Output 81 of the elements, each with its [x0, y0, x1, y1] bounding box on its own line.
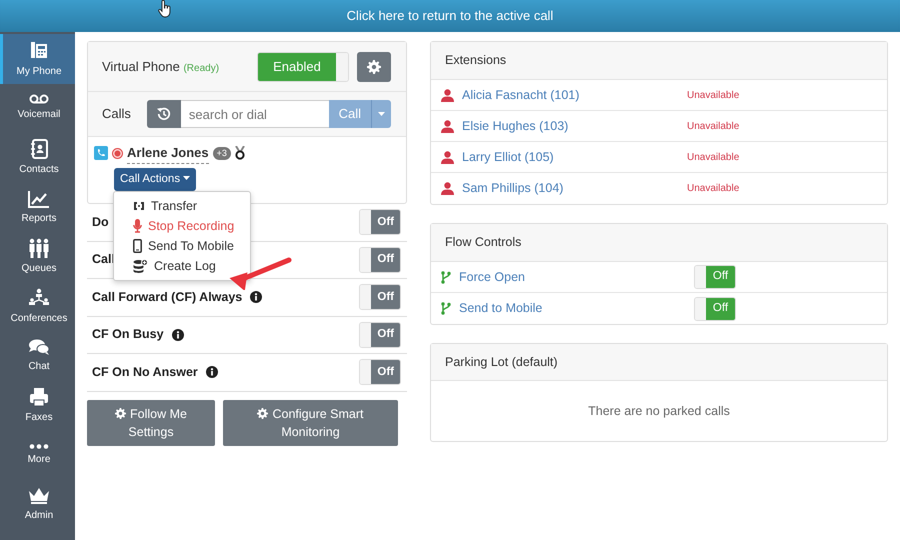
- sidebar-item[interactable]: Queues: [0, 232, 75, 282]
- phone-icon: [94, 146, 108, 160]
- voicemail-icon: [29, 94, 49, 104]
- flow-label: Send to Mobile: [459, 300, 544, 318]
- branch-icon: [441, 270, 451, 284]
- settings-icon: [367, 60, 381, 74]
- panel-title: Parking Lot (default): [445, 354, 558, 371]
- more-icon: [29, 444, 49, 450]
- mobile-icon: [133, 239, 142, 253]
- off-toggle[interactable]: Off: [694, 265, 736, 289]
- off-toggle[interactable]: Off: [694, 296, 736, 320]
- hand-cursor-icon: [158, 0, 172, 18]
- branch-icon: [441, 302, 451, 315]
- sidebar-item[interactable]: Chat: [0, 332, 75, 382]
- caret-icon: [183, 176, 190, 180]
- off-toggle[interactable]: Off: [359, 284, 401, 310]
- off-toggle[interactable]: Off: [359, 322, 401, 348]
- settings-button[interactable]: Follow Me Settings: [87, 400, 215, 446]
- setting-label: Call Forward (CF) Always: [92, 288, 242, 306]
- panel-title: Flow Controls: [445, 234, 522, 252]
- sidebar-item[interactable]: Admin: [0, 480, 75, 530]
- settings-button[interactable]: [357, 52, 391, 82]
- gear-icon: [257, 408, 268, 418]
- status-text: Unavailable: [687, 182, 740, 196]
- annotation-arrow: [229, 256, 293, 290]
- menu-item[interactable]: Create Log: [114, 256, 250, 276]
- history-button[interactable]: [146, 100, 181, 128]
- off-toggle[interactable]: Off: [359, 246, 401, 273]
- empty-message: There are no parked calls: [588, 402, 730, 420]
- sidebar-item[interactable]: Faxes: [0, 381, 75, 431]
- sidebar-item[interactable]: Reports: [0, 182, 75, 232]
- medal-icon: [234, 146, 245, 160]
- history-icon: [156, 107, 171, 121]
- caller-name[interactable]: Arlene Jones: [127, 143, 209, 164]
- user-icon: [441, 88, 454, 102]
- calls-label: Calls: [102, 105, 131, 124]
- sidebar-item[interactable]: More: [0, 430, 75, 480]
- off-toggle[interactable]: Off: [359, 359, 401, 386]
- call-options-button[interactable]: [371, 100, 391, 128]
- status-text: Unavailable: [687, 120, 740, 134]
- transfer-icon: [133, 200, 145, 212]
- gear-icon: [115, 408, 126, 418]
- sidebar-item[interactable]: Contacts: [0, 133, 75, 183]
- sidebar-item[interactable]: Conferences: [0, 282, 75, 332]
- status-text: Unavailable: [687, 88, 740, 102]
- call-actions-button[interactable]: Call Actions: [114, 168, 196, 191]
- settings-button[interactable]: Configure Smart Monitoring: [223, 400, 398, 446]
- enabled-toggle[interactable]: Enabled: [257, 52, 349, 82]
- search-field[interactable]: search or dial: [180, 100, 329, 128]
- network-icon: [28, 288, 50, 308]
- setting-label: CF On No Answer: [92, 364, 198, 381]
- extension-link[interactable]: Larry Elliot (105): [462, 148, 687, 166]
- sidebar-item[interactable]: Voicemail: [0, 84, 75, 134]
- menu-item[interactable]: Transfer: [114, 196, 250, 216]
- participant-count: +3: [212, 146, 231, 160]
- user-icon: [441, 150, 454, 164]
- user-icon: [441, 182, 454, 195]
- chat-bubbles-icon: [28, 338, 50, 356]
- status-text: Unavailable: [687, 150, 740, 164]
- extension-link[interactable]: Elsie Hughes (103): [462, 116, 687, 136]
- flow-label: Force Open: [459, 268, 526, 286]
- panel-title: Extensions: [445, 52, 506, 70]
- return-to-call-banner[interactable]: Click here to return to the active call: [346, 6, 554, 26]
- crown-icon: [28, 487, 50, 506]
- setting-label: Do: [92, 214, 109, 231]
- line-chart-icon: [28, 190, 50, 208]
- virtual-phone-label: Virtual Phone (Ready): [102, 58, 220, 76]
- caret-icon: [378, 112, 385, 116]
- sidebar-item[interactable]: My Phone: [0, 34, 75, 84]
- extension-link[interactable]: Alicia Fasnacht (101): [462, 86, 687, 104]
- database-add-icon: [133, 259, 148, 273]
- user-icon: [441, 120, 454, 132]
- off-toggle[interactable]: Off: [359, 209, 401, 236]
- menu-item[interactable]: Send To Mobile: [114, 236, 250, 256]
- printer-icon: [29, 386, 49, 407]
- people-icon: [28, 238, 50, 258]
- address-book-icon: [30, 138, 48, 159]
- microphone-icon: [133, 219, 142, 233]
- setting-label: CF On Busy: [92, 326, 164, 344]
- extension-link[interactable]: Sam Phillips (104): [462, 179, 687, 198]
- menu-item[interactable]: Stop Recording: [114, 216, 250, 236]
